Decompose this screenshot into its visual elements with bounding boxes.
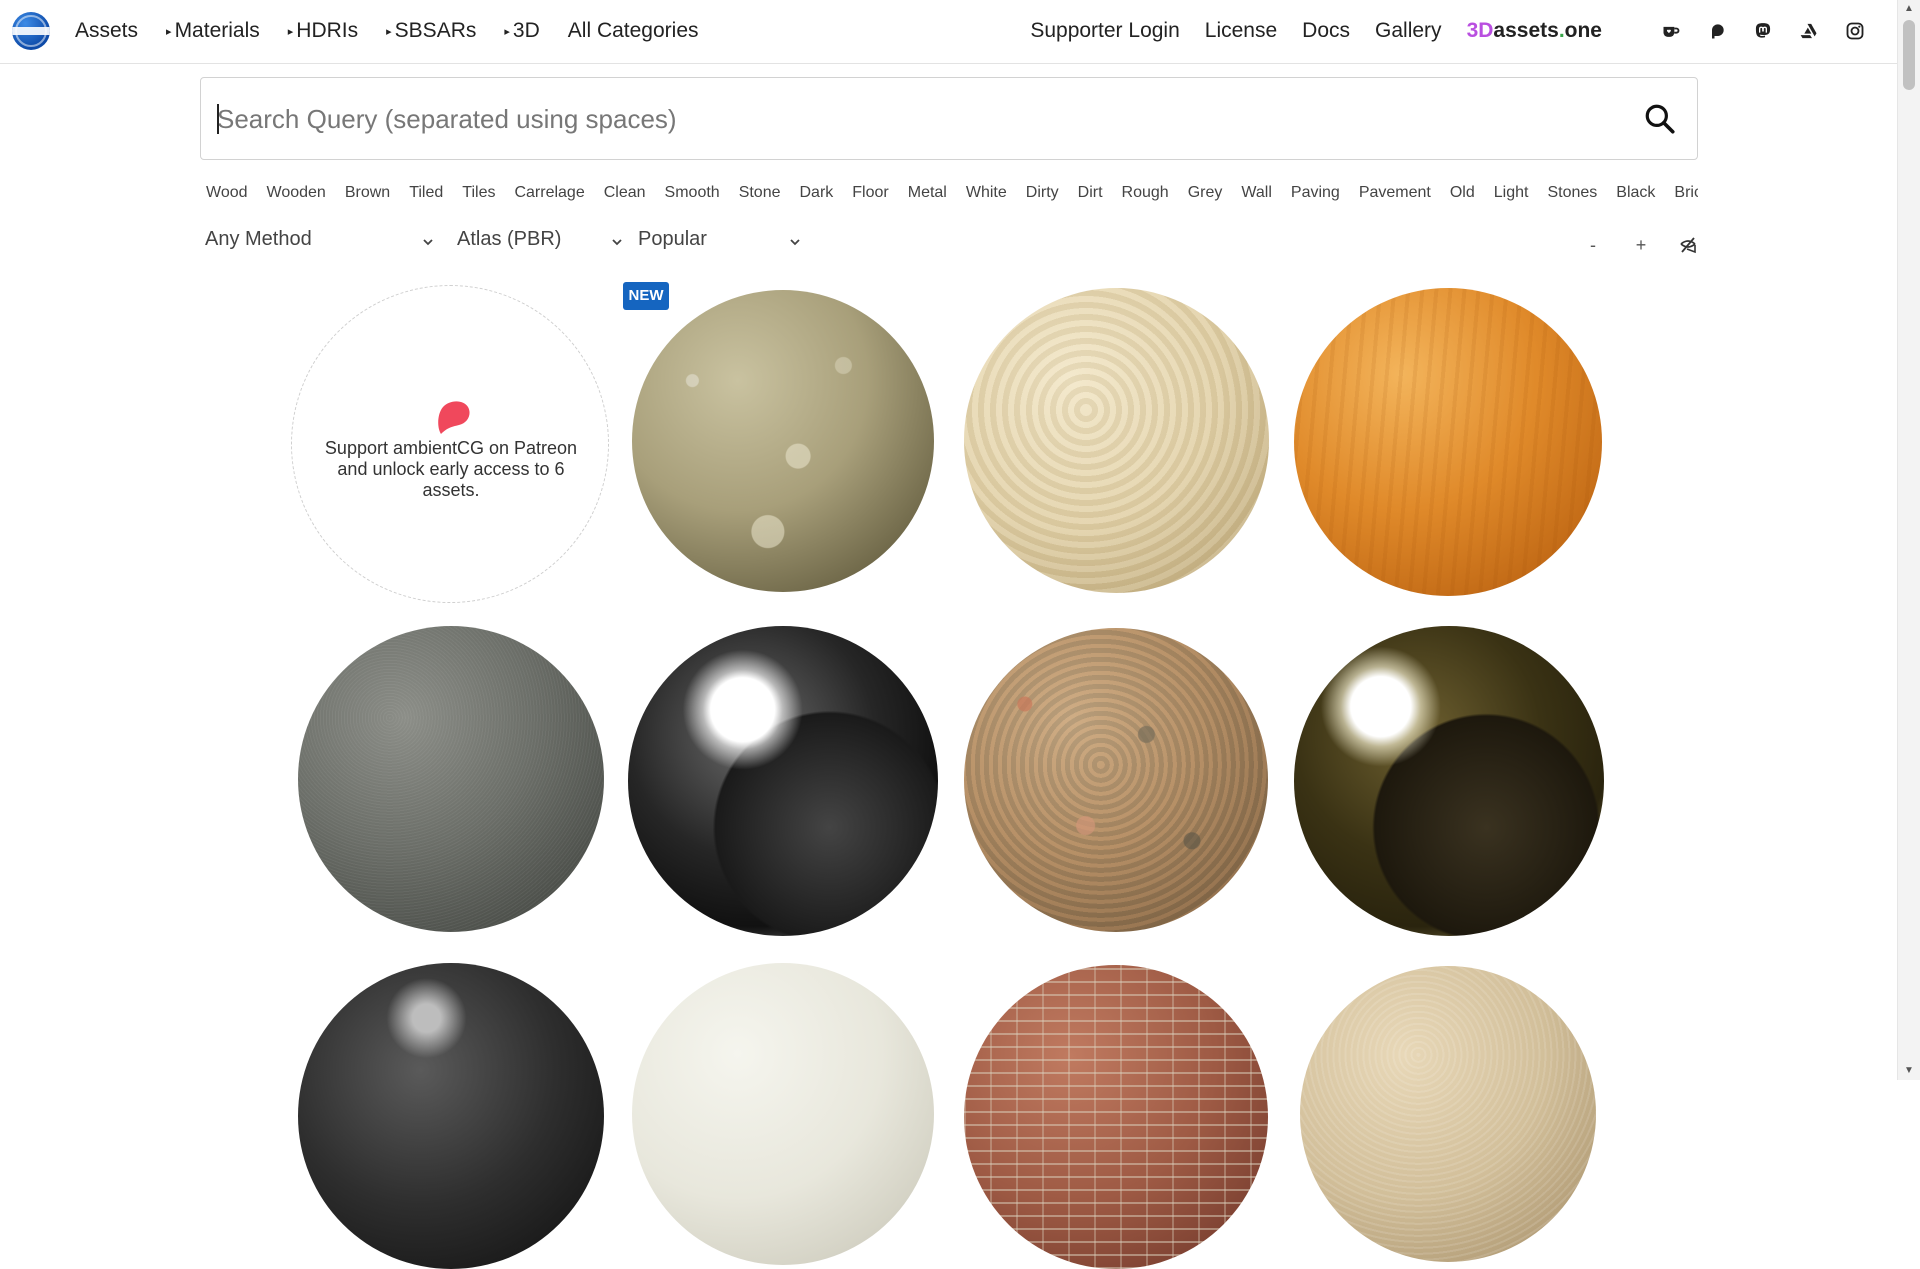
search-input[interactable] (215, 78, 1599, 161)
caret-right-icon: ▸ (504, 26, 510, 38)
type-select[interactable]: Atlas (PBR) (457, 228, 622, 258)
tag-stones[interactable]: Stones (1547, 184, 1597, 202)
material-sphere-pebble-terrazzo[interactable] (964, 628, 1268, 932)
tag-clean[interactable]: Clean (604, 184, 646, 202)
ko-fi-icon[interactable] (1660, 20, 1682, 42)
nav-hdris-label: HDRIs (296, 19, 359, 42)
material-sphere-plaster-wavy[interactable] (964, 288, 1269, 593)
tag-old[interactable]: Old (1450, 184, 1475, 202)
nav-assets[interactable]: Assets (75, 19, 138, 43)
zoom-in-button[interactable]: + (1632, 235, 1650, 256)
scroll-down-arrow-icon[interactable]: ▼ (1898, 1062, 1920, 1080)
material-sphere-gold-metal[interactable] (1294, 626, 1604, 936)
nav-all-categories[interactable]: All Categories (568, 19, 699, 43)
tag-wood[interactable]: Wood (206, 184, 248, 202)
patreon-card-text: Support ambientCG on Patreon and unlock … (324, 438, 578, 500)
tag-grey[interactable]: Grey (1188, 184, 1223, 202)
nav-hdris[interactable]: ▸ HDRIs (288, 19, 358, 43)
chevron-down-icon (612, 239, 622, 246)
nav-supporter-login[interactable]: Supporter Login (1030, 19, 1179, 43)
material-sphere-white-plaster[interactable] (632, 963, 934, 1265)
nav-sbsars[interactable]: ▸ SBSARs (386, 19, 476, 43)
chevron-down-icon (790, 239, 800, 246)
tag-paving[interactable]: Paving (1291, 184, 1340, 202)
tag-brown[interactable]: Brown (345, 184, 390, 202)
scroll-up-arrow-icon[interactable]: ▲ (1898, 0, 1920, 18)
tag-smooth[interactable]: Smooth (665, 184, 720, 202)
page-scrollbar[interactable]: ▲ ▼ (1897, 0, 1920, 1080)
caret-right-icon: ▸ (287, 26, 294, 38)
patreon-logo-icon (438, 401, 470, 434)
instagram-icon[interactable] (1844, 20, 1866, 42)
tag-floor[interactable]: Floor (852, 184, 888, 202)
mastodon-icon[interactable] (1752, 20, 1774, 42)
caret-right-icon: ▸ (166, 26, 172, 38)
scroll-thumb[interactable] (1903, 20, 1915, 90)
type-select-value: Atlas (PBR) (457, 228, 562, 250)
sort-select-value: Popular (638, 228, 707, 250)
nav-docs[interactable]: Docs (1302, 19, 1350, 43)
nav-3dassets-one-link[interactable]: 3Dassets.one (1467, 19, 1602, 43)
toggle-view-icon[interactable] (1678, 235, 1698, 255)
caret-right-icon: ▸ (386, 26, 392, 38)
artstation-icon[interactable] (1798, 20, 1820, 42)
text-cursor (217, 104, 219, 134)
primary-nav: Assets ▸ Materials ▸ HDRIs ▸ SBSARs ▸ 3D All… (75, 0, 727, 62)
tag-tiles[interactable]: Tiles (462, 184, 495, 202)
chevron-down-icon (423, 239, 433, 246)
tag-light[interactable]: Light (1494, 184, 1529, 202)
tag-pavement[interactable]: Pavement (1359, 184, 1431, 202)
tag-stone[interactable]: Stone (739, 184, 781, 202)
new-badge: NEW (623, 282, 669, 310)
tag-wooden[interactable]: Wooden (267, 184, 326, 202)
material-sphere-asphalt[interactable] (298, 626, 604, 932)
nav-sbsars-label: SBSARs (394, 19, 477, 42)
tag-dirt[interactable]: Dirt (1078, 184, 1103, 202)
zoom-controls: - + (1554, 230, 1698, 260)
tag-rough[interactable]: Rough (1122, 184, 1169, 202)
nav-3d[interactable]: ▸ 3D (504, 19, 539, 43)
brand-part-assets: assets (1493, 19, 1559, 42)
material-sphere-sand-gravel[interactable] (1300, 966, 1596, 1262)
tag-metal[interactable]: Metal (908, 184, 947, 202)
search-icon[interactable] (1643, 102, 1677, 136)
top-navigation-bar: Assets ▸ Materials ▸ HDRIs ▸ SBSARs ▸ 3D All… (0, 0, 1898, 64)
zoom-out-button[interactable]: - (1584, 235, 1602, 256)
material-sphere-dark-metal[interactable] (298, 963, 604, 1269)
patreon-icon[interactable] (1706, 20, 1728, 42)
nav-gallery[interactable]: Gallery (1375, 19, 1442, 43)
material-sphere-red-bricks[interactable] (964, 965, 1268, 1269)
material-sphere-gravel-ground[interactable] (632, 290, 934, 592)
tag-bricks[interactable]: Bricks (1674, 184, 1698, 202)
tag-tiled[interactable]: Tiled (409, 184, 443, 202)
sort-select[interactable]: Popular (638, 228, 800, 258)
brand-part-one: one (1564, 19, 1602, 42)
method-select[interactable]: Any Method (205, 228, 435, 258)
tag-dirty[interactable]: Dirty (1026, 184, 1059, 202)
brand-part-3d: 3D (1466, 19, 1494, 42)
tag-carrelage[interactable]: Carrelage (514, 184, 584, 202)
tag-wall[interactable]: Wall (1241, 184, 1272, 202)
material-sphere-chrome-metal[interactable] (628, 626, 938, 936)
tag-black[interactable]: Black (1616, 184, 1655, 202)
ambientcg-logo-icon[interactable] (12, 12, 50, 50)
tag-dark[interactable]: Dark (800, 184, 834, 202)
material-sphere-wood-orange[interactable] (1294, 288, 1602, 596)
patreon-support-card[interactable]: Support ambientCG on Patreon and unlock … (291, 285, 609, 603)
secondary-nav: Supporter Login License Docs Gallery 3Da… (1030, 0, 1866, 62)
method-select-value: Any Method (205, 228, 312, 250)
nav-materials-label: Materials (174, 19, 260, 42)
search-box (200, 77, 1698, 161)
nav-license[interactable]: License (1205, 19, 1277, 43)
nav-materials[interactable]: ▸ Materials (166, 19, 260, 43)
tag-list: Wood Wooden Brown Tiled Tiles Carrelage Clean S… (206, 184, 1698, 208)
tag-white[interactable]: White (966, 184, 1007, 202)
nav-3d-label: 3D (512, 19, 540, 42)
